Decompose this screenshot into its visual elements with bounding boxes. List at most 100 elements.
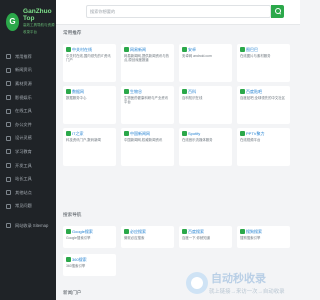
site-card[interactable]: 安卓安卓网 android.com [179, 44, 232, 82]
sidebar-item[interactable]: 网站收录 Sitemap [0, 219, 56, 233]
site-desc: Google搜索引擎 [66, 236, 91, 240]
sidebar-item[interactable]: 新闻资讯 [0, 64, 56, 78]
site-icon [124, 89, 129, 94]
site-desc: 中关村在线,国内领先的IT资讯门户 [66, 54, 111, 63]
site-desc: 网易新闻网,提供新闻资讯与热点,原创深度报道 [124, 54, 170, 63]
news-icon [6, 67, 11, 73]
site-card[interactable]: IT之家科技资讯门户,数码新闻 [63, 128, 116, 166]
site-icon [240, 229, 245, 234]
site-title: IT之家 [72, 131, 84, 136]
site-desc: 360搜索引擎 [66, 264, 86, 268]
sidebar-item[interactable]: 办公文件 [0, 118, 56, 132]
site-icon [182, 229, 187, 234]
site-title: 中关村在线 [72, 47, 92, 52]
site-icon [240, 47, 245, 52]
site-title: 网易新闻 [130, 47, 146, 52]
site-desc: 生物医药健康科研与产业资讯平台 [124, 96, 169, 105]
site-card[interactable]: 搜狗搜索 搜狗搜索引擎 [237, 226, 290, 248]
sitemap-icon [6, 223, 11, 229]
question-icon [6, 203, 11, 209]
site-title: Google搜索 [72, 229, 93, 234]
sidebar-item[interactable]: 开发工具 [0, 159, 56, 173]
sidebar-item[interactable]: 设计灵感 [0, 132, 56, 146]
sidebar-item[interactable]: 常见问题 [0, 200, 56, 214]
site-desc: 安卓网 android.com [182, 54, 212, 58]
site-card[interactable]: 中关村在线中关村在线,国内领先的IT资讯门户 [63, 44, 116, 82]
video-icon [6, 95, 11, 101]
sidebar-item[interactable]: 其他站点 [0, 186, 56, 200]
site-icon [182, 131, 187, 136]
site-desc: 在线图片与素材服务 [240, 54, 271, 58]
site-desc: 微软必应搜索 [124, 236, 145, 240]
section-title-search: 搜索导航 [63, 212, 82, 217]
globe-icon [6, 190, 11, 196]
code-icon [6, 163, 11, 169]
section-title-recommended: 常用推荐 [63, 30, 82, 35]
sidebar-item[interactable]: 学习教育 [0, 145, 56, 159]
site-desc: 在线音乐流媒体服务 [182, 138, 213, 142]
site-title: 百科 [188, 89, 196, 94]
file-icon [6, 122, 11, 128]
site-title: 百度贴吧 [246, 89, 262, 94]
site-card[interactable]: 百度搜索 百度一下,你就知道 [179, 226, 232, 248]
site-card[interactable]: Spotify 在线音乐流媒体服务 [179, 128, 232, 166]
site-card[interactable]: 中国新闻网 中国新闻网,权威新闻资讯 [121, 128, 174, 166]
site-card[interactable]: 图巴巴在线图片与素材服务 [237, 44, 290, 82]
site-card[interactable]: Google搜索 Google搜索引擎 [63, 226, 116, 248]
sidebar-item-label: 站长工具 [15, 176, 32, 182]
site-title: Spotify [188, 131, 201, 136]
site-card[interactable]: 数据网 数据服务中心 [63, 86, 116, 124]
logo-mark: G [6, 13, 20, 31]
watermark-title: 自动秒收录 [211, 273, 266, 285]
site-desc: 科技资讯门户,数码新闻 [66, 138, 101, 142]
site-title: 360搜索 [72, 257, 87, 262]
site-title: 搜狗搜索 [246, 229, 262, 234]
sidebar-item[interactable]: 站长工具 [0, 172, 56, 186]
tool-icon [6, 108, 11, 114]
sidebar-item-label: 在线工具 [15, 108, 32, 114]
palette-icon [6, 135, 11, 141]
sidebar-item[interactable]: 影视娱乐 [0, 91, 56, 105]
site-card[interactable]: 网易新闻网易新闻网,提供新闻资讯与热点,原创深度报道 [121, 44, 174, 82]
sidebar-item[interactable]: 常用推荐 [0, 50, 56, 64]
top-bar: 搜索你想要的 [56, 0, 300, 25]
site-title: 必应搜索 [130, 229, 146, 234]
site-icon [66, 257, 71, 262]
site-icon [124, 47, 129, 52]
search-input[interactable]: 搜索你想要的 [86, 5, 271, 18]
sidebar-item[interactable]: 在线工具 [0, 104, 56, 118]
sidebar-item-label: 办公文件 [15, 121, 32, 127]
site-card[interactable]: PPTV聚力在线视频平台 [237, 128, 290, 166]
site-title: 百度搜索 [188, 229, 204, 234]
sidebar-item-label: 其他站点 [15, 189, 32, 195]
site-icon [66, 229, 71, 234]
brand-logo[interactable]: G GanZhuo Top 高效工具导航与资源收录平台 [0, 0, 56, 36]
site-icon [240, 131, 245, 136]
site-card[interactable]: 百度贴吧 百度贴吧,全球领先的中文社区 [237, 86, 290, 124]
site-icon [66, 47, 71, 52]
site-title: 图巴巴 [246, 47, 258, 52]
sidebar: G GanZhuo Top 高效工具导航与资源收录平台 常用推荐 新闻资讯 素材… [0, 0, 56, 300]
sidebar-item-label: 学习教育 [15, 148, 32, 154]
site-title: 生物谷 [130, 89, 142, 94]
site-desc: 在线视频平台 [240, 138, 261, 142]
sidebar-item-label: 设计灵感 [15, 135, 32, 141]
section-title-bottom: 新闻门户 [63, 290, 82, 295]
watermark-logo-icon [186, 272, 208, 294]
brand-tagline: 高效工具导航与资源收录平台 [23, 23, 55, 34]
site-title: PPTV聚力 [246, 131, 265, 136]
sidebar-item[interactable]: 素材资源 [0, 77, 56, 91]
sidebar-item-label: 常见问题 [15, 203, 32, 209]
site-card[interactable]: 必应搜索微软必应搜索 [121, 226, 174, 248]
site-title: 安卓 [188, 47, 196, 52]
site-card[interactable]: 360搜索 360搜索引擎 [63, 254, 116, 276]
site-card[interactable]: 生物谷生物医药健康科研与产业资讯平台 [121, 86, 174, 124]
grid-icon [6, 54, 11, 60]
search-icon[interactable] [271, 5, 284, 18]
site-icon [66, 131, 71, 136]
site-title: 数据网 [72, 89, 84, 94]
sidebar-item-label: 影视娱乐 [15, 94, 32, 100]
site-icon [66, 89, 71, 94]
site-card[interactable]: 百科 百科知识在线 [179, 86, 232, 124]
site-desc: 数据服务中心 [66, 96, 87, 100]
